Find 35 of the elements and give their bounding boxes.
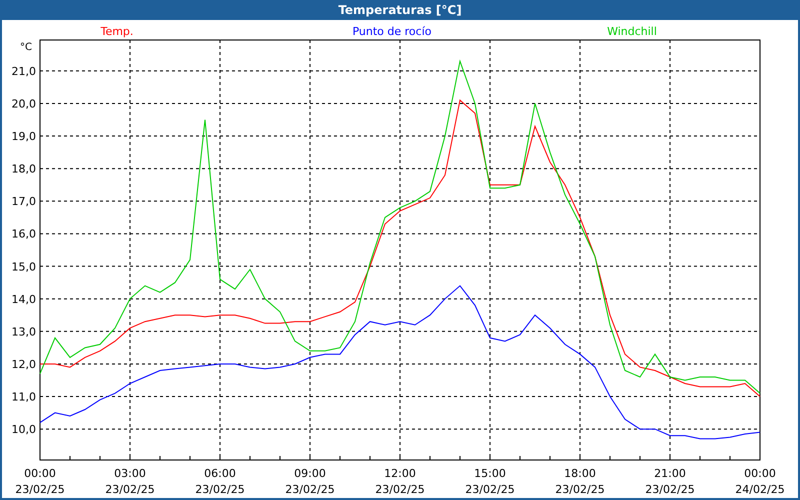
y-tick-label: 14,0	[12, 292, 36, 306]
x-tick-label: 00:00	[744, 467, 776, 480]
x-date-label: 23/02/25	[195, 483, 245, 496]
x-tick-label: 09:00	[294, 467, 326, 480]
legend-label: Temp.	[100, 25, 134, 38]
x-tick-label: 00:00	[24, 467, 56, 480]
x-tick-label: 18:00	[564, 467, 596, 480]
x-date-label: 23/02/25	[465, 483, 515, 496]
y-tick-label: 10,0	[12, 423, 36, 436]
y-tick-label: 19,0	[12, 130, 36, 144]
y-tick-label: 12,0	[12, 358, 36, 371]
x-date-label: 23/02/25	[15, 483, 65, 496]
y-tick-label: 16,0	[12, 228, 36, 241]
y-tick-label: 20,0	[12, 98, 36, 110]
y-tick-label: 11,0	[12, 390, 36, 404]
x-tick-label: 12:00	[384, 467, 416, 480]
x-date-label: 23/02/25	[645, 483, 695, 496]
x-tick-label: 03:00	[114, 467, 146, 480]
x-date-label: 23/02/25	[285, 483, 335, 496]
x-date-label: 23/02/25	[375, 483, 425, 496]
y-tick-label: 18,0	[12, 162, 36, 176]
y-tick-label: 15,0	[12, 260, 36, 274]
axis-unit: °C	[20, 42, 32, 53]
y-tick-label: 21,0	[12, 64, 36, 78]
legend-label: Punto de rocío	[352, 25, 432, 38]
x-tick-label: 21:00	[654, 467, 686, 480]
legend-label: Windchill	[607, 25, 657, 38]
x-date-label: 23/02/25	[555, 483, 605, 496]
x-tick-label: 15:00	[474, 467, 506, 480]
y-tick-label: 17,0	[12, 195, 36, 208]
x-date-label: 24/02/25	[735, 483, 785, 496]
window-title: Temperaturas [°C]	[2, 0, 798, 20]
y-tick-label: 13,0	[12, 325, 36, 338]
x-date-label: 23/02/25	[105, 483, 155, 496]
x-tick-label: 06:00	[204, 467, 236, 480]
